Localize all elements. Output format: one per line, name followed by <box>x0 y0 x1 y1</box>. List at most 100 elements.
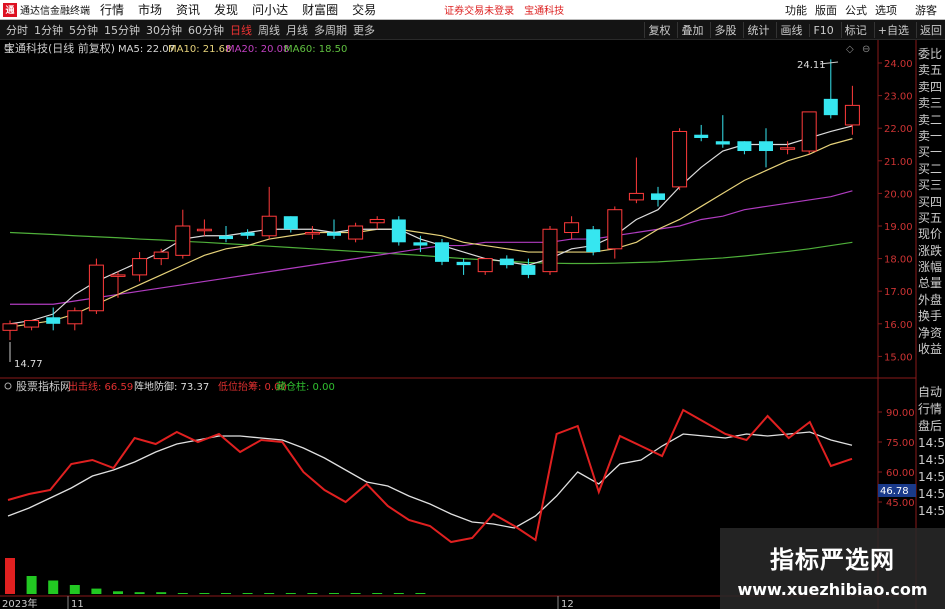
overlay-button[interactable]: 叠加 <box>677 22 706 38</box>
candle[interactable] <box>694 124 709 142</box>
candle[interactable] <box>823 59 838 119</box>
menu-item-ask[interactable]: 问小达 <box>252 1 288 18</box>
tab-intraday[interactable]: 分时 <box>6 22 28 38</box>
quote-field-label: 买二 <box>918 161 943 176</box>
ma5-line <box>9 125 853 325</box>
tab-multi-period[interactable]: 多周期 <box>314 22 347 38</box>
menu-function[interactable]: 功能 <box>785 2 807 18</box>
quote-field-label: 净资 <box>918 325 943 340</box>
indicator-info-icon[interactable] <box>4 382 12 390</box>
green-bar <box>372 593 383 594</box>
candle[interactable] <box>651 186 665 207</box>
candle[interactable] <box>327 219 341 240</box>
back-button[interactable]: 返回 <box>916 22 945 38</box>
menu-guest[interactable]: 游客 <box>915 2 937 18</box>
candle[interactable] <box>391 216 406 246</box>
green-bar <box>91 588 102 594</box>
candle[interactable] <box>175 209 191 259</box>
candle[interactable] <box>435 239 449 266</box>
candle[interactable] <box>715 115 730 148</box>
candle[interactable] <box>369 216 385 230</box>
candle[interactable] <box>542 226 558 275</box>
candle[interactable] <box>737 141 752 155</box>
candle[interactable] <box>477 258 493 275</box>
login-notice[interactable]: 证券交易未登录 <box>444 2 514 17</box>
green-bar <box>69 585 80 594</box>
menu-item-wealth[interactable]: 财富圈 <box>302 1 338 18</box>
candle-body <box>651 193 665 200</box>
candle[interactable] <box>88 258 104 315</box>
candle-body <box>2 323 18 331</box>
candle[interactable] <box>586 226 601 256</box>
candle[interactable] <box>46 307 61 331</box>
low-label: 14.77 <box>14 359 43 370</box>
candle-body <box>67 310 83 325</box>
candle[interactable] <box>283 216 298 233</box>
candle[interactable] <box>196 219 212 236</box>
green-bar <box>26 576 37 594</box>
adjust-button[interactable]: 复权 <box>644 22 673 38</box>
candle[interactable] <box>2 320 18 341</box>
tab-5min[interactable]: 5分钟 <box>69 22 98 38</box>
green-bar <box>221 593 231 594</box>
candle-body <box>823 98 838 116</box>
candle[interactable] <box>801 111 817 155</box>
menu-item-discover[interactable]: 发现 <box>214 1 238 18</box>
candle[interactable] <box>304 226 320 240</box>
f10-button[interactable]: F10 <box>809 23 836 37</box>
menu-layout[interactable]: 版面 <box>815 2 837 18</box>
ma10-line <box>9 138 853 328</box>
green-bar <box>156 592 167 594</box>
chart-area[interactable]: 宝通科技(日线 前复权) MA5: 22.07 MA10: 21.68 MA20: … <box>0 40 945 609</box>
candle[interactable] <box>132 252 148 282</box>
statistics-button[interactable]: 统计 <box>743 22 772 38</box>
candle[interactable] <box>521 258 536 279</box>
green-bar <box>199 593 210 594</box>
candle[interactable] <box>240 229 255 240</box>
green-bar <box>113 591 123 594</box>
draw-line-button[interactable]: 画线 <box>776 22 805 38</box>
price-tick-label: 22.00 <box>884 124 913 135</box>
quote-side-panel: 委比 卖五 卖四 卖三 卖二 卖一 买一 买二 买三 买四 买五 现价 涨跌 涨幅 总量 外盘 换手 净资 收益 <box>918 46 945 357</box>
tab-daily[interactable]: 日线 <box>230 22 252 38</box>
candle-body <box>564 222 580 234</box>
candle[interactable] <box>607 206 623 259</box>
mark-button[interactable]: 标记 <box>840 22 870 38</box>
menu-item-markets[interactable]: 市场 <box>138 1 162 18</box>
candle[interactable] <box>67 307 83 331</box>
candle-body <box>542 228 558 273</box>
candle[interactable] <box>261 186 277 240</box>
tab-60min[interactable]: 60分钟 <box>188 22 224 38</box>
candle[interactable] <box>499 255 514 269</box>
multi-stock-button[interactable]: 多股 <box>710 22 739 38</box>
menu-item-trade[interactable]: 交易 <box>352 1 376 18</box>
collapse-icon[interactable]: ⊖ <box>862 44 870 55</box>
quote-field-label: 现价 <box>918 227 943 242</box>
candle-body <box>219 235 233 240</box>
menu-item-market[interactable]: 行情 <box>100 1 124 18</box>
candle[interactable] <box>672 128 688 191</box>
menu-item-news[interactable]: 资讯 <box>176 1 200 18</box>
high-annotation: 24.11 <box>797 60 839 71</box>
tab-weekly[interactable]: 周线 <box>258 22 280 38</box>
tab-more[interactable]: 更多 <box>353 22 375 38</box>
tab-30min[interactable]: 30分钟 <box>146 22 182 38</box>
candle[interactable] <box>759 128 773 168</box>
candle[interactable] <box>628 157 644 204</box>
diamond-icon[interactable]: ◇ <box>846 44 854 55</box>
candle[interactable] <box>219 226 233 243</box>
menu-options[interactable]: 选项 <box>875 2 897 18</box>
add-watchlist-button[interactable]: +自选 <box>873 22 912 38</box>
candle[interactable] <box>348 222 364 243</box>
kline-chart[interactable]: 宝通科技(日线 前复权) MA5: 22.07MA10: 21.68MA20: … <box>0 40 945 609</box>
tab-1min[interactable]: 1分钟 <box>34 22 63 38</box>
candle[interactable] <box>564 216 580 240</box>
candle[interactable] <box>456 258 471 275</box>
tab-monthly[interactable]: 月线 <box>286 22 308 38</box>
candle[interactable] <box>153 248 169 266</box>
tab-15min[interactable]: 15分钟 <box>104 22 140 38</box>
time-entry: 14:50 <box>918 487 945 501</box>
menu-formula[interactable]: 公式 <box>845 2 867 18</box>
candle[interactable] <box>24 320 40 331</box>
ma-legend-item: MA10: 21.68 <box>168 44 231 55</box>
